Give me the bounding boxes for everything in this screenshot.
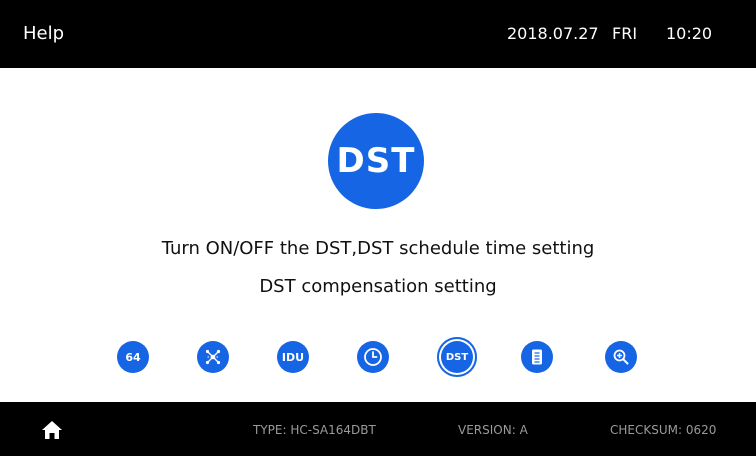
dst-hero-icon: DST: [328, 113, 424, 209]
checksum-label: CHECKSUM: 0620: [610, 423, 717, 437]
time-label: 10:20: [666, 24, 713, 43]
hero-icon-text: DST: [336, 141, 416, 181]
nav-idu-button[interactable]: IDU: [277, 341, 309, 373]
idu-icon: IDU: [281, 350, 305, 364]
address-64-icon: 64: [125, 350, 141, 364]
version-label: VERSION: A: [458, 423, 528, 437]
help-description-line2: DST compensation setting: [259, 276, 497, 297]
footer-bar: TYPE: HC-SA164DBT VERSION: A CHECKSUM: 0…: [0, 402, 756, 456]
dst-icon: DST: [445, 351, 469, 363]
nav-clock-button[interactable]: [357, 341, 389, 373]
nav-dst-button[interactable]: DST: [437, 337, 477, 377]
device-type-label: TYPE: HC-SA164DBT: [253, 423, 376, 437]
home-icon[interactable]: [41, 420, 63, 440]
nav-address-64-button[interactable]: 64: [117, 341, 149, 373]
network-icon: [205, 349, 221, 365]
zoom-in-icon: [613, 349, 629, 365]
nav-network-button[interactable]: [197, 341, 229, 373]
document-icon: [532, 349, 542, 365]
page-title: Help: [23, 23, 65, 44]
nav-document-button[interactable]: [521, 341, 553, 373]
clock-icon: [364, 348, 382, 366]
date-label: 2018.07.27: [507, 24, 599, 43]
help-description-line1: Turn ON/OFF the DST,DST schedule time se…: [161, 238, 595, 259]
weekday-label: FRI: [612, 24, 638, 43]
header-bar: Help 2018.07.27 FRI 10:20: [0, 0, 756, 68]
nav-zoom-button[interactable]: [605, 341, 637, 373]
